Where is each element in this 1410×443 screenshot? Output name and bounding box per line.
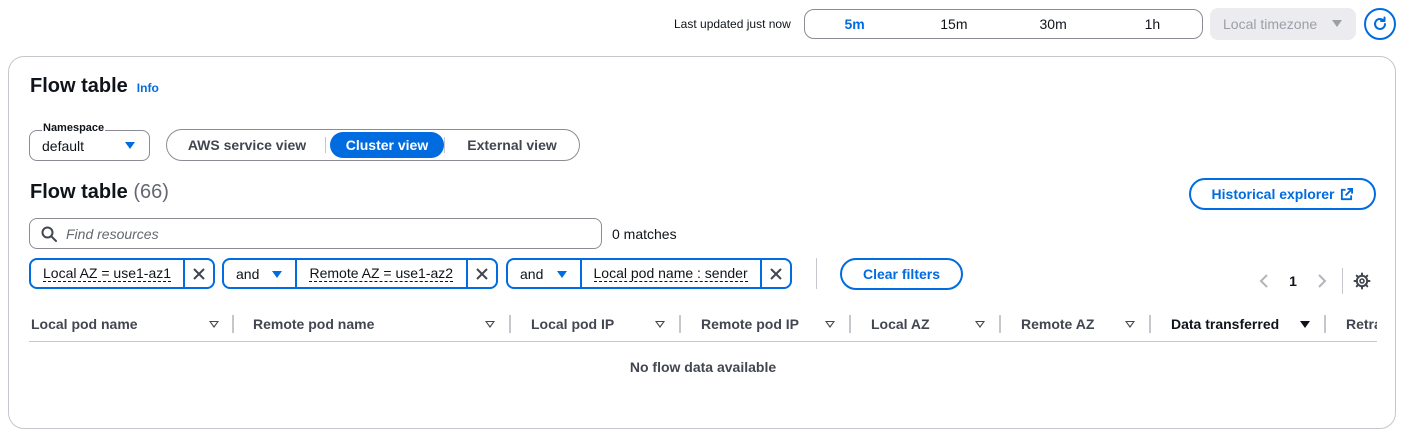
remove-filter-button[interactable]	[185, 260, 213, 287]
column-header-local-pod-ip[interactable]: Local pod IP	[531, 307, 671, 341]
refresh-icon	[1374, 16, 1386, 30]
panel-title: Flow table	[30, 75, 128, 97]
column-label: Local AZ	[871, 316, 930, 332]
column-separator[interactable]	[1324, 315, 1326, 333]
table-title: Flow table	[30, 181, 128, 203]
previous-page-button[interactable]	[1254, 271, 1274, 291]
sort-icon	[655, 321, 665, 328]
timezone-select[interactable]: Local timezone	[1210, 8, 1356, 40]
column-label: Remote AZ	[1021, 316, 1095, 332]
close-icon	[476, 267, 488, 280]
column-header-retransmissions[interactable]: Retra	[1346, 307, 1377, 341]
sort-icon	[975, 321, 985, 328]
table-count: (66)	[133, 181, 169, 203]
filter-token-label[interactable]: Remote AZ = use1-az2	[297, 260, 469, 287]
next-page-button[interactable]	[1312, 271, 1332, 291]
filter-operator-select[interactable]: and	[224, 260, 298, 287]
matches-count: 0 matches	[612, 226, 677, 242]
filter-operator-select[interactable]: and	[508, 260, 582, 287]
gear-icon	[1353, 272, 1371, 290]
time-range-selector: 5m 15m 30m 1h	[804, 9, 1203, 39]
panel-header: Flow table Info	[30, 75, 159, 98]
filter-token: and Remote AZ = use1-az2	[222, 258, 498, 289]
pager-divider	[1342, 268, 1343, 294]
range-30m-button[interactable]: 30m	[1004, 16, 1103, 32]
clear-filters-button[interactable]: Clear filters	[840, 258, 963, 290]
chevron-right-icon	[1318, 274, 1327, 288]
column-header-local-pod-name[interactable]: Local pod name	[31, 307, 231, 341]
timezone-value: Local timezone	[1223, 16, 1318, 32]
search-icon	[41, 226, 57, 242]
sort-descending-icon	[1300, 321, 1310, 328]
namespace-value: default	[42, 138, 85, 154]
column-label: Remote pod name	[253, 316, 375, 332]
column-label: Data transferred	[1171, 316, 1280, 332]
historical-explorer-button[interactable]: Historical explorer	[1189, 178, 1376, 210]
sort-icon	[485, 321, 495, 328]
caret-down-icon	[272, 271, 283, 278]
cluster-view-button[interactable]: Cluster view	[330, 132, 444, 158]
column-label: Local pod IP	[531, 316, 615, 332]
filter-operator-value: and	[520, 265, 544, 282]
column-label: Remote pod IP	[701, 316, 800, 332]
segment-divider	[325, 137, 326, 153]
view-segmented-control: AWS service view Cluster view External v…	[166, 129, 580, 161]
filter-divider	[816, 258, 817, 289]
close-icon	[193, 267, 205, 280]
sort-icon	[825, 321, 835, 328]
external-link-icon	[1341, 187, 1354, 200]
column-header-data-transferred[interactable]: Data transferred	[1171, 307, 1321, 341]
refresh-button[interactable]	[1364, 8, 1396, 40]
search-input[interactable]	[66, 224, 586, 244]
external-view-button[interactable]: External view	[447, 132, 577, 158]
filter-token: Local AZ = use1-az1	[29, 258, 215, 289]
aws-service-view-button[interactable]: AWS service view	[169, 132, 325, 158]
sort-icon	[1125, 321, 1135, 328]
top-toolbar: Last updated just now 5m 15m 30m 1h Loca…	[0, 8, 1410, 40]
filter-token-label[interactable]: Local pod name : sender	[582, 260, 763, 287]
page-number[interactable]: 1	[1274, 273, 1312, 289]
segment-divider	[444, 137, 445, 153]
column-separator[interactable]	[1149, 315, 1151, 333]
range-15m-button[interactable]: 15m	[904, 16, 1003, 32]
column-header-remote-az[interactable]: Remote AZ	[1021, 307, 1146, 341]
namespace-label: Namespace	[42, 122, 106, 134]
remove-filter-button[interactable]	[468, 260, 496, 287]
last-updated-text: Last updated just now	[674, 17, 791, 31]
namespace-select[interactable]: Namespace default	[29, 122, 150, 161]
column-separator[interactable]	[232, 315, 234, 333]
flow-table-panel: Flow table Info Namespace default AWS se…	[8, 56, 1396, 429]
column-separator[interactable]	[509, 315, 511, 333]
filter-token-label[interactable]: Local AZ = use1-az1	[31, 260, 186, 287]
caret-down-icon	[556, 271, 567, 278]
column-label: Retra	[1346, 316, 1377, 332]
column-label: Local pod name	[31, 316, 138, 332]
caret-down-icon	[125, 142, 135, 149]
table-header: Local pod name Remote pod name Local pod…	[29, 307, 1377, 342]
column-header-local-az[interactable]: Local AZ	[871, 307, 991, 341]
column-header-remote-pod-name[interactable]: Remote pod name	[253, 307, 503, 341]
column-separator[interactable]	[999, 315, 1001, 333]
close-icon	[770, 267, 782, 280]
find-resources-search	[29, 218, 602, 249]
pagination: 1	[1254, 271, 1332, 291]
table-heading: Flow table (66)	[30, 181, 169, 204]
range-1h-button[interactable]: 1h	[1103, 16, 1202, 32]
historical-explorer-label: Historical explorer	[1211, 186, 1335, 202]
filter-token: and Local pod name : sender	[506, 258, 792, 289]
column-separator[interactable]	[679, 315, 681, 333]
filter-operator-value: and	[236, 265, 260, 282]
column-separator[interactable]	[849, 315, 851, 333]
info-link[interactable]: Info	[137, 81, 159, 95]
chevron-left-icon	[1259, 274, 1268, 288]
remove-filter-button[interactable]	[762, 260, 790, 287]
range-5m-button[interactable]: 5m	[805, 16, 904, 32]
table-settings-button[interactable]	[1352, 271, 1372, 291]
sort-icon	[209, 321, 219, 328]
caret-down-icon	[1332, 20, 1342, 27]
empty-state: No flow data available	[629, 359, 777, 375]
column-header-remote-pod-ip[interactable]: Remote pod IP	[701, 307, 841, 341]
